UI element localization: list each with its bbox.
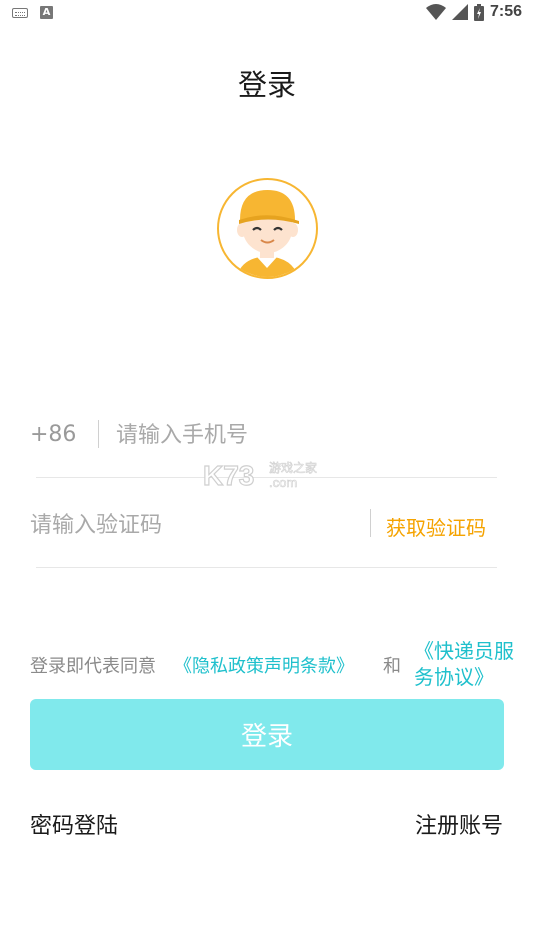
agreement-text: 登录即代表同意 [30,656,156,677]
courier-avatar-icon [237,190,299,277]
phone-input[interactable] [116,418,486,452]
status-time: 7:56 [489,3,522,20]
avatar [217,178,318,279]
watermark-logo: K73 游戏之家 .com [202,458,333,492]
code-underline [36,567,497,568]
svg-text:.com: .com [269,475,297,490]
code-row: 获取验证码 [30,500,505,550]
code-input[interactable] [30,508,360,542]
status-bar: A 7:56 [0,0,534,28]
svg-text:游戏之家: 游戏之家 [269,460,317,475]
password-login-link[interactable]: 密码登陆 [30,808,118,840]
code-divider [370,509,371,537]
battery-icon [473,3,484,21]
page-title: 登录 [237,68,296,102]
phone-row: +86 [30,410,497,460]
signal-icon [451,4,468,20]
status-left-icons: A [12,6,53,19]
phone-divider [98,420,99,448]
country-code[interactable]: +86 [30,422,76,447]
courier-service-agreement-link[interactable]: 《快递员服务协议》 [414,638,519,690]
status-right-icons: 7:56 [425,3,522,21]
register-account-link[interactable]: 注册账号 [415,808,503,840]
wifi-icon [425,4,446,20]
svg-text:K73: K73 [203,460,254,491]
a-notification-icon: A [40,6,53,19]
login-button[interactable]: 登录 [30,699,504,770]
get-code-button[interactable]: 获取验证码 [386,512,486,541]
privacy-policy-link[interactable]: 《隐私政策声明条款》 [174,652,354,678]
keyboard-icon [12,7,28,18]
agreement-and-text: 和 [383,656,401,677]
